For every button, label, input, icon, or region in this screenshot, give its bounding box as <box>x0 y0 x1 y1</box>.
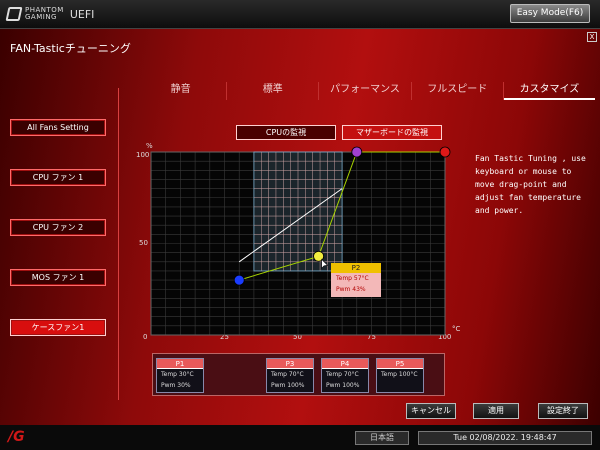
easy-mode-button[interactable]: Easy Mode(F6) <box>510 4 590 23</box>
point-card-p1[interactable]: P1 Temp 30°C Pwm 30% <box>156 358 204 393</box>
cancel-button[interactable]: キャンセル <box>406 403 456 419</box>
point-card-p3[interactable]: P3 Temp 70°C Pwm 100% <box>266 358 314 393</box>
y-tick-label: 100 <box>136 151 150 159</box>
page-title: FAN-Tasticチューニング <box>10 42 131 55</box>
tab-standard[interactable]: 標準 <box>227 82 320 100</box>
save-exit-button[interactable]: 設定終了 <box>538 403 588 419</box>
tab-performance[interactable]: パフォーマンス <box>319 82 412 100</box>
top-bar: PHANTOM GAMING UEFI Easy Mode(F6) <box>0 0 600 29</box>
tooltip-pwm: Pwm 43% <box>336 286 366 293</box>
curve-point-handle[interactable] <box>439 146 451 158</box>
point-title: P3 <box>267 359 313 369</box>
date-time: Tue 02/08/2022. 19:48:47 <box>418 431 592 445</box>
status-bar: /G 日本語 Tue 02/08/2022. 19:48:47 <box>0 425 600 450</box>
point-pwm: Pwm 30% <box>161 382 191 389</box>
fan-mos-fan-1[interactable]: MOS ファン 1 <box>10 269 106 286</box>
cpu-monitor-button[interactable]: CPUの監視 <box>236 125 336 140</box>
motherboard-monitor-button[interactable]: マザーボードの監視 <box>342 125 442 140</box>
tooltip-title: P2 <box>331 263 381 273</box>
close-button[interactable]: X <box>587 32 597 42</box>
phantom-logo-icon: /G <box>8 429 25 445</box>
fan-cpu-fan-2[interactable]: CPU ファン 2 <box>10 219 106 236</box>
point-title: P4 <box>322 359 368 369</box>
x-unit-label: °C <box>452 325 461 333</box>
point-card-p4[interactable]: P4 Temp 70°C Pwm 100% <box>321 358 369 393</box>
point-temp: Temp 70°C <box>326 371 359 378</box>
point-title: P5 <box>377 359 423 369</box>
y-tick-label: 0 <box>143 333 148 341</box>
y-unit-label: % <box>146 142 153 150</box>
point-card-p5[interactable]: P5 Temp 100°C <box>376 358 424 393</box>
divider <box>118 88 119 400</box>
point-temp: Temp 100°C <box>381 371 418 378</box>
fan-curve-plot[interactable] <box>150 146 451 336</box>
point-pwm: Pwm 100% <box>271 382 305 389</box>
tooltip-temp: Temp 57°C <box>336 275 369 282</box>
curve-point-handle[interactable] <box>233 274 245 286</box>
phantom-gaming-logo: PHANTOM GAMING UEFI <box>5 7 95 21</box>
fan-cpu-fan-1[interactable]: CPU ファン 1 <box>10 169 106 186</box>
help-text: Fan Tastic Tuning , use keyboard or mous… <box>475 154 586 215</box>
uefi-label: UEFI <box>69 7 95 21</box>
mode-tabs: 静音 標準 パフォーマンス フルスピード カスタマイズ <box>135 82 596 100</box>
fan-case-fan-1[interactable]: ケースファン1 <box>10 319 106 336</box>
point-panel: P1 Temp 30°C Pwm 30% P3 Temp 70°C Pwm 10… <box>152 353 445 396</box>
point-title: P1 <box>157 359 203 369</box>
point-tooltip: P2 Temp 57°C Pwm 43% <box>331 263 381 297</box>
y-tick-label: 50 <box>139 239 148 247</box>
tab-customize[interactable]: カスタマイズ <box>503 82 596 100</box>
phantom-logo-icon <box>5 7 23 21</box>
point-temp: Temp 30°C <box>161 371 194 378</box>
brand-line-2: GAMING <box>25 13 57 21</box>
point-temp: Temp 70°C <box>271 371 304 378</box>
curve-point-handle[interactable] <box>351 146 363 158</box>
apply-button[interactable]: 適用 <box>473 403 519 419</box>
fan-all-fans-setting[interactable]: All Fans Setting <box>10 119 106 136</box>
tab-silent[interactable]: 静音 <box>135 82 228 100</box>
fan-curve-chart[interactable] <box>150 146 451 336</box>
point-pwm: Pwm 100% <box>326 382 360 389</box>
language-button[interactable]: 日本語 <box>355 431 409 445</box>
tab-full-speed[interactable]: フルスピード <box>412 82 504 100</box>
